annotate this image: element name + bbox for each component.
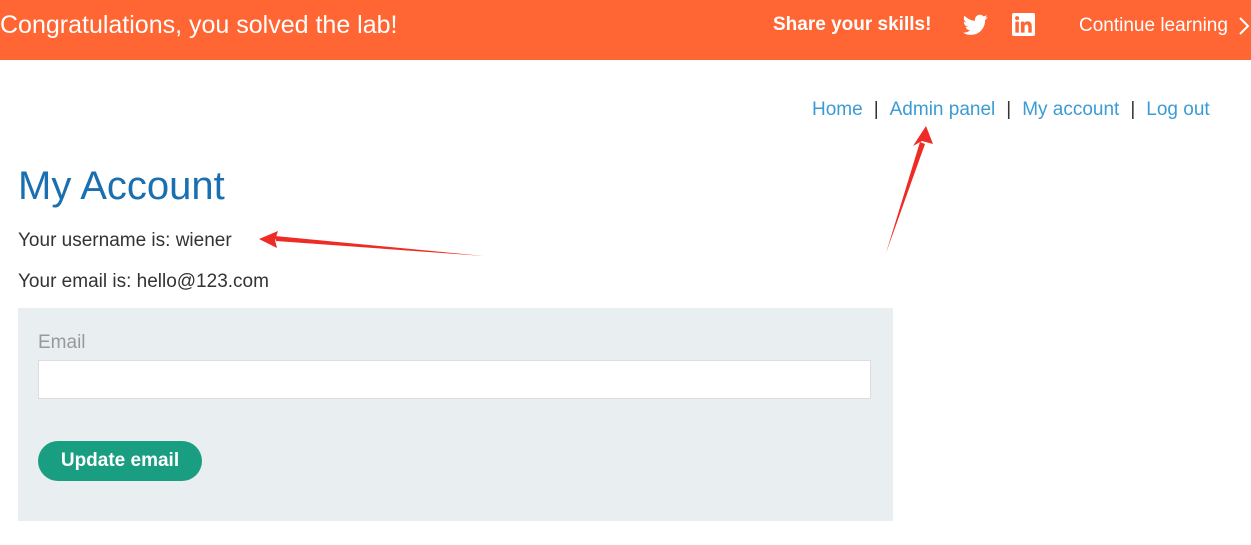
page-title: My Account	[18, 164, 225, 208]
update-email-form: Email Update email	[18, 308, 893, 521]
email-input[interactable]	[38, 360, 871, 399]
username-info: Your username is: wiener	[18, 230, 232, 251]
annotation-arrowhead-username	[259, 231, 278, 248]
linkedin-icon[interactable]	[1012, 13, 1035, 36]
annotation-arrow-username	[275, 236, 484, 256]
top-navigation: Home | Admin panel | My account | Log out	[812, 98, 1210, 122]
annotation-arrowhead-admin	[913, 126, 933, 146]
nav-separator: |	[1006, 99, 1012, 120]
share-skills-label: Share your skills!	[773, 14, 932, 35]
update-email-button[interactable]: Update email	[38, 441, 202, 481]
lab-solved-banner: Congratulations, you solved the lab! Sha…	[0, 0, 1251, 60]
nav-separator: |	[873, 99, 879, 120]
annotation-arrow-admin	[886, 142, 925, 253]
nav-home-link[interactable]: Home	[812, 99, 863, 120]
banner-message: Congratulations, you solved the lab!	[0, 11, 398, 39]
nav-separator: |	[1130, 99, 1136, 120]
nav-log-out-link[interactable]: Log out	[1146, 99, 1209, 120]
email-label: Email	[38, 332, 86, 353]
nav-admin-panel-link[interactable]: Admin panel	[890, 99, 996, 120]
email-info: Your email is: hello@123.com	[18, 271, 269, 292]
continue-learning-link[interactable]: Continue learning	[1079, 13, 1228, 39]
twitter-icon[interactable]	[963, 14, 988, 36]
nav-my-account-link[interactable]: My account	[1022, 99, 1119, 120]
chevron-right-icon[interactable]	[1238, 17, 1251, 35]
